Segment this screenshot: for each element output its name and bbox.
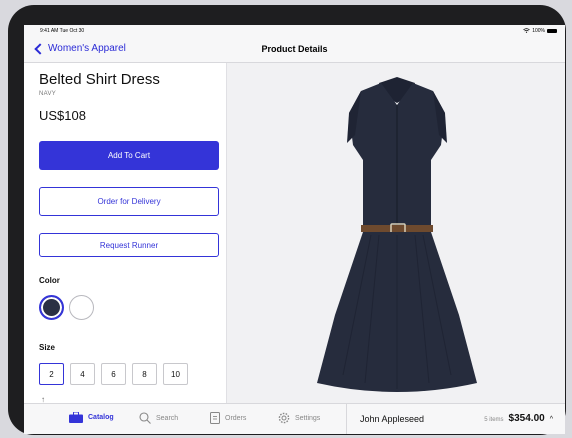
dress-image bbox=[317, 77, 477, 392]
size-label: Size bbox=[39, 343, 56, 352]
tab-search-label: Search bbox=[156, 414, 179, 422]
document-icon bbox=[210, 412, 220, 424]
tab-bar: Catalog Search Orders Settings John Appl… bbox=[24, 403, 565, 434]
tab-orders[interactable]: Orders bbox=[210, 412, 246, 424]
cart-total: $354.00 bbox=[508, 413, 545, 424]
status-bar: 9:41 AM Tue Oct 30 100% bbox=[24, 25, 565, 37]
battery-percent: 100% bbox=[532, 28, 545, 34]
cart-items-count: 5 items bbox=[484, 417, 504, 423]
color-swatch-white[interactable] bbox=[69, 295, 94, 320]
briefcase-icon bbox=[69, 412, 83, 423]
color-swatch-navy[interactable] bbox=[39, 295, 64, 320]
product-variant: NAVY bbox=[39, 91, 57, 97]
tab-catalog[interactable]: Catalog bbox=[69, 412, 114, 423]
tab-settings[interactable]: Settings bbox=[278, 412, 320, 424]
battery-icon bbox=[547, 29, 557, 33]
status-time: 9:41 AM Tue Oct 30 bbox=[40, 28, 85, 34]
search-icon bbox=[139, 412, 151, 424]
size-option-10[interactable]: 10 bbox=[163, 363, 188, 385]
tab-orders-label: Orders bbox=[225, 414, 247, 422]
product-info-panel: Belted Shirt Dress NAVY US$108 Add To Ca… bbox=[24, 63, 227, 404]
tab-settings-label: Settings bbox=[295, 414, 321, 422]
tab-search[interactable]: Search bbox=[139, 412, 178, 424]
device-frame: 9:41 AM Tue Oct 30 100% Women's Apparel … bbox=[8, 5, 566, 435]
product-name: Belted Shirt Dress bbox=[39, 71, 160, 88]
status-right: 100% bbox=[523, 27, 557, 35]
order-for-delivery-button[interactable]: Order for Delivery bbox=[39, 187, 219, 216]
size-option-6[interactable]: 6 bbox=[101, 363, 126, 385]
add-to-cart-button[interactable]: Add To Cart bbox=[39, 141, 219, 170]
gear-icon bbox=[278, 412, 290, 424]
chevron-up-icon: ^ bbox=[549, 416, 553, 423]
size-option-4[interactable]: 4 bbox=[70, 363, 95, 385]
tab-catalog-label: Catalog bbox=[88, 414, 114, 421]
app-screen: 9:41 AM Tue Oct 30 100% Women's Apparel … bbox=[24, 25, 565, 434]
cart-summary[interactable]: 5 items $354.00 ^ bbox=[484, 413, 553, 424]
product-image-gallery[interactable] bbox=[227, 63, 565, 415]
request-runner-button[interactable]: Request Runner bbox=[39, 233, 219, 257]
color-label: Color bbox=[39, 276, 60, 285]
size-option-8[interactable]: 8 bbox=[132, 363, 157, 385]
product-price: US$108 bbox=[39, 108, 86, 123]
tabbar-divider bbox=[346, 404, 347, 434]
customer-name[interactable]: John Appleseed bbox=[360, 414, 424, 424]
wifi-icon bbox=[523, 27, 530, 35]
page-title: Product Details bbox=[261, 44, 328, 54]
size-option-2[interactable]: 2 bbox=[39, 363, 64, 385]
navigation-bar: Women's Apparel Product Details bbox=[24, 37, 565, 63]
